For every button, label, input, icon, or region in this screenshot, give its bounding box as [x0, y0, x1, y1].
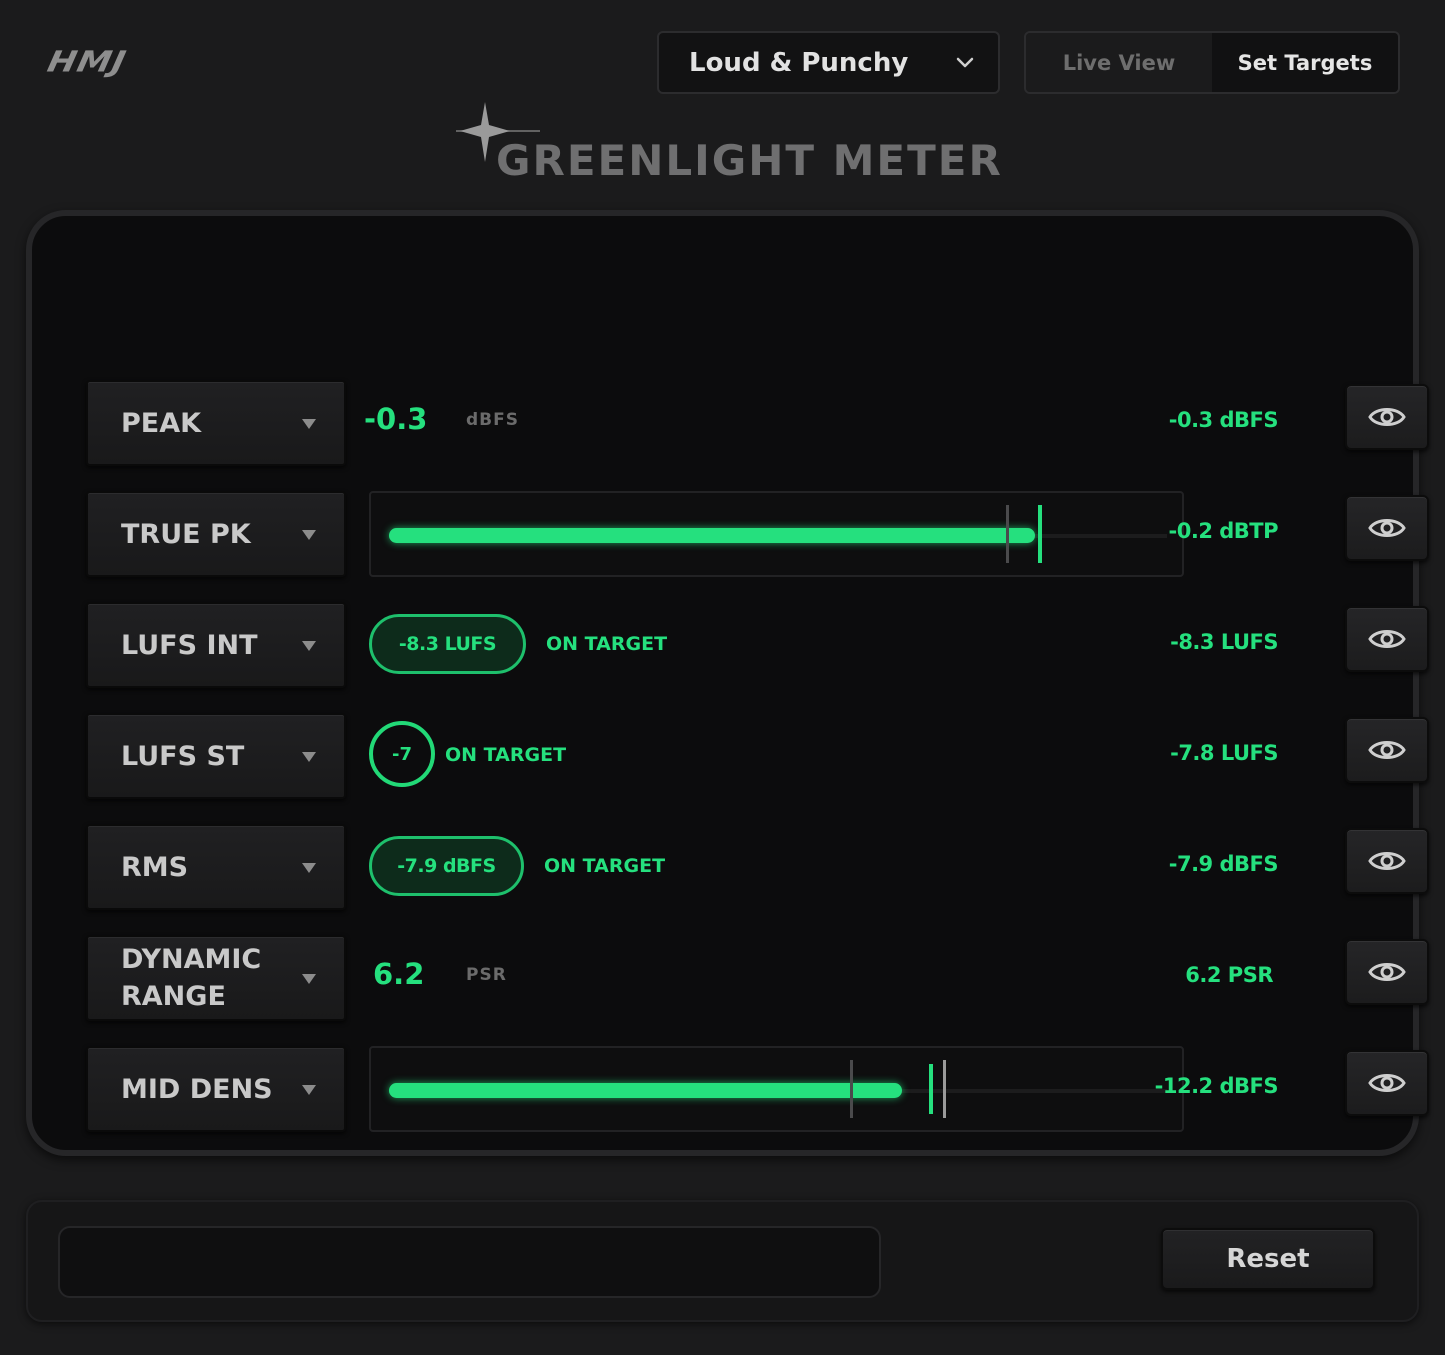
meter-row-true-peak: TRUE PK -0.2 dBTP [32, 491, 1429, 579]
meter-row-peak: PEAK -0.3 dBFS -0.3 dBFS [32, 380, 1429, 468]
eye-icon [1368, 852, 1406, 870]
lufs-st-status: ON TARGET [445, 744, 567, 766]
meter-row-rms: RMS -7.9 dBFS ON TARGET -7.9 dBFS [32, 824, 1429, 912]
dynamic-range-readout: 6.2 PSR [1185, 963, 1273, 987]
preset-value: Loud & Punchy [689, 47, 909, 78]
mid-dens-visibility-button[interactable] [1345, 1050, 1429, 1116]
chevron-down-icon [956, 57, 974, 68]
meter-row-lufs-st: LUFS ST -7 ON TARGET -7.8 LUFS [32, 713, 1429, 801]
reset-button[interactable]: Reset [1161, 1228, 1375, 1290]
meter-label: DYNAMIC RANGE [121, 944, 262, 1012]
eye-icon [1368, 963, 1406, 981]
caret-down-icon [302, 863, 316, 873]
meter-label: TRUE PK [121, 518, 251, 550]
rms-pill: -7.9 dBFS [369, 836, 524, 896]
meter-select-true-peak[interactable]: TRUE PK [86, 491, 346, 577]
true-peak-visibility-button[interactable] [1345, 495, 1429, 561]
peak-hold-marker [1038, 505, 1042, 563]
meter-panel: PEAK -0.3 dBFS -0.3 dBFS TRUE PK -0.2 dB… [26, 210, 1429, 1156]
peak-hold-marker [929, 1064, 933, 1114]
caret-down-icon [302, 1085, 316, 1095]
lufs-st-readout: -7.8 LUFS [1170, 741, 1278, 765]
caret-down-icon [302, 530, 316, 540]
caret-down-icon [302, 641, 316, 651]
meter-select-rms[interactable]: RMS [86, 824, 346, 910]
meter-label: MID DENS [121, 1073, 273, 1105]
eye-icon [1368, 741, 1406, 759]
view-toggle: Live View Set Targets [1024, 31, 1400, 94]
rms-visibility-button[interactable] [1345, 828, 1429, 894]
caret-down-icon [302, 974, 316, 984]
title-block: GREENLIGHT METER [452, 98, 1012, 188]
target-marker [1006, 505, 1009, 563]
meter-row-mid-dens: MID DENS -12.2 dBFS [32, 1046, 1429, 1134]
lufs-int-pill: -8.3 LUFS [369, 614, 526, 674]
hmj-logo: HMJ [44, 45, 130, 79]
true-peak-bar-fill [389, 528, 1035, 543]
lufs-int-readout: -8.3 LUFS [1170, 630, 1278, 654]
rms-status: ON TARGET [544, 855, 666, 877]
tab-set-targets[interactable]: Set Targets [1212, 33, 1398, 92]
tab-live-view[interactable]: Live View [1026, 33, 1212, 92]
dynamic-range-value: 6.2 [373, 957, 425, 991]
preset-dropdown[interactable]: Loud & Punchy [657, 31, 1000, 94]
meter-select-peak[interactable]: PEAK [86, 380, 346, 466]
meter-select-dynamic-range[interactable]: DYNAMIC RANGE [86, 935, 346, 1021]
reference-marker [943, 1060, 946, 1118]
meter-row-dynamic-range: DYNAMIC RANGE 6.2 PSR 6.2 PSR [32, 935, 1429, 1023]
lufs-st-badge: -7 [369, 721, 435, 787]
page-title: GREENLIGHT METER [496, 136, 1003, 185]
dynamic-range-unit: PSR [466, 965, 507, 985]
mid-dens-readout: -12.2 dBFS [1154, 1074, 1279, 1098]
peak-visibility-button[interactable] [1345, 384, 1429, 450]
meter-label: RMS [121, 851, 189, 883]
true-peak-readout: -0.2 dBTP [1168, 519, 1279, 543]
true-peak-bar [369, 491, 1184, 577]
eye-icon [1368, 630, 1406, 648]
mid-dens-bar-fill [389, 1083, 902, 1098]
meter-row-lufs-int: LUFS INT -8.3 LUFS ON TARGET -8.3 LUFS [32, 602, 1429, 690]
mid-dens-bar [369, 1046, 1184, 1132]
meter-select-lufs-st[interactable]: LUFS ST [86, 713, 346, 799]
eye-icon [1368, 408, 1406, 426]
meter-select-lufs-int[interactable]: LUFS INT [86, 602, 346, 688]
rms-readout: -7.9 dBFS [1168, 852, 1279, 876]
eye-icon [1368, 519, 1406, 537]
lufs-int-status: ON TARGET [546, 633, 668, 655]
meter-label: PEAK [121, 407, 202, 439]
footer-bar: Reset [26, 1200, 1419, 1322]
caret-down-icon [302, 419, 316, 429]
message-field [58, 1226, 881, 1298]
caret-down-icon [302, 752, 316, 762]
meter-label: LUFS INT [121, 629, 258, 661]
dynamic-range-visibility-button[interactable] [1345, 939, 1429, 1005]
peak-unit: dBFS [466, 410, 519, 430]
meter-label: LUFS ST [121, 740, 245, 772]
eye-icon [1368, 1074, 1406, 1092]
lufs-int-visibility-button[interactable] [1345, 606, 1429, 672]
target-marker [850, 1060, 853, 1118]
peak-value: -0.3 [364, 402, 428, 436]
peak-readout: -0.3 dBFS [1168, 408, 1279, 432]
lufs-st-visibility-button[interactable] [1345, 717, 1429, 783]
meter-select-mid-dens[interactable]: MID DENS [86, 1046, 346, 1132]
